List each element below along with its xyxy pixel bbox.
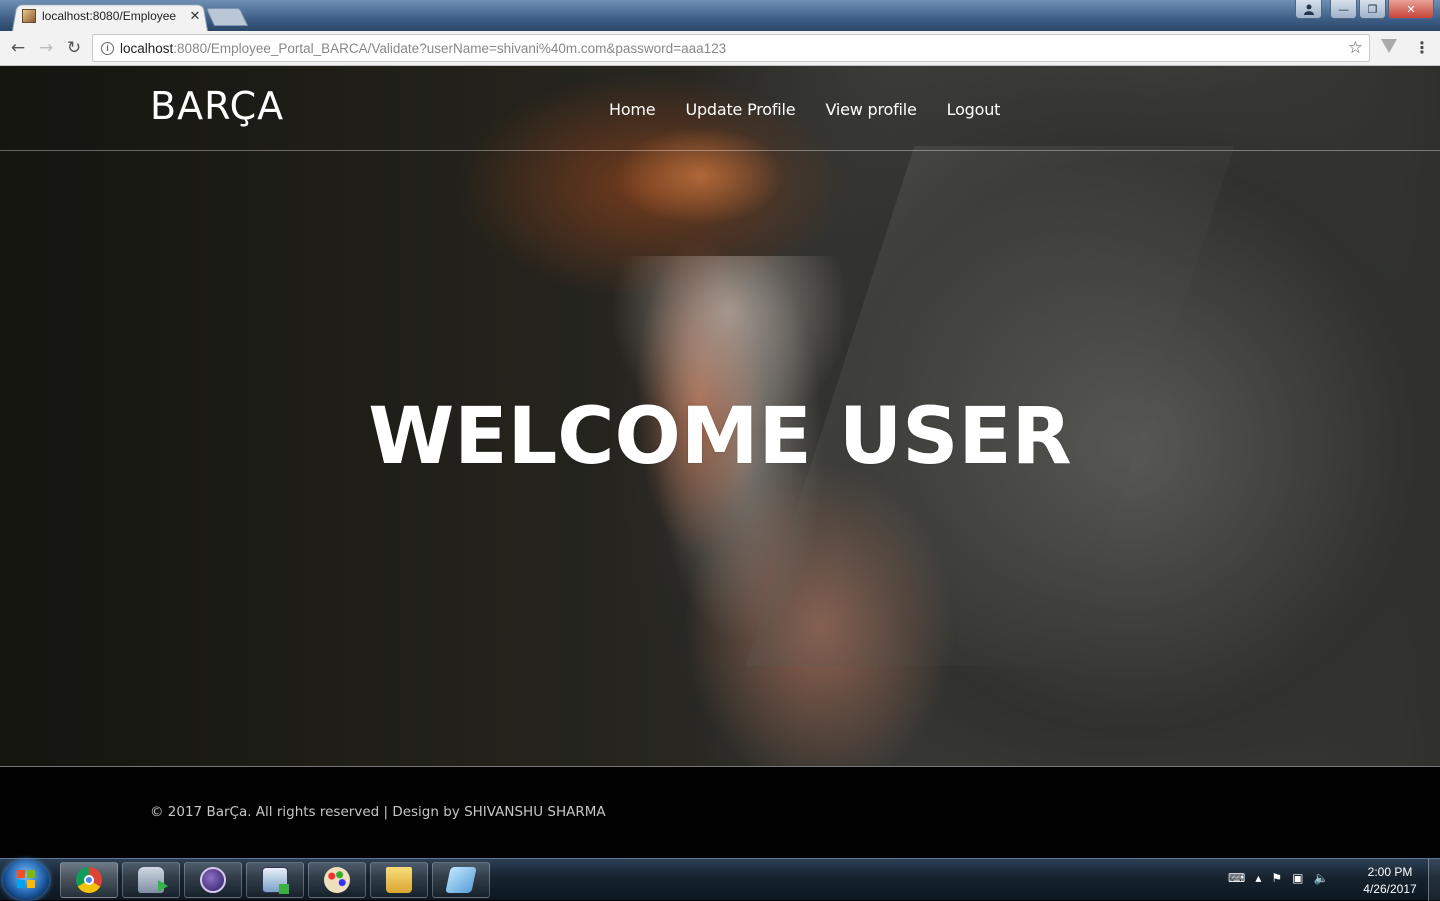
back-button[interactable]: ← [6, 36, 30, 60]
site-header: BARÇA Home Update Profile View profile L… [0, 66, 1440, 151]
volume-icon[interactable]: 🔈 [1313, 871, 1328, 885]
web-page: BARÇA Home Update Profile View profile L… [0, 66, 1440, 858]
eclipse-icon [200, 867, 226, 893]
taskbar-chrome[interactable] [60, 862, 118, 898]
browser-toolbar: ← → ↻ i localhost :8080/Employee_Portal_… [0, 31, 1440, 66]
nav-update-profile[interactable]: Update Profile [685, 100, 795, 119]
windows-logo-icon [17, 870, 35, 888]
windows-taskbar: ⌨ ▴ ⚑ ▣ 🔈 2:00 PM 4/26/2017 [0, 858, 1440, 901]
keyboard-icon[interactable]: ⌨ [1228, 871, 1245, 885]
nav-view-profile[interactable]: View profile [825, 100, 916, 119]
minimize-button[interactable]: — [1330, 0, 1357, 19]
url-path: :8080/Employee_Portal_BARCA/Validate?use… [173, 40, 727, 56]
site-footer: © 2017 BarÇa. All rights reserved | Desi… [0, 766, 1440, 858]
address-bar[interactable]: i localhost :8080/Employee_Portal_BARCA/… [92, 34, 1370, 62]
extension-icon[interactable] [1381, 39, 1397, 53]
browser-tab-content[interactable]: localhost:8080/Employee ✕ [22, 7, 202, 25]
taskbar-eclipse[interactable] [184, 862, 242, 898]
start-button[interactable] [3, 860, 49, 900]
show-hidden-icons-icon[interactable]: ▴ [1255, 871, 1261, 885]
database-icon [138, 867, 168, 893]
reload-button[interactable]: ↻ [62, 36, 86, 60]
taskbar-database[interactable] [122, 862, 180, 898]
nav-logout[interactable]: Logout [947, 100, 1001, 119]
footer-copyright: © 2017 BarÇa. All rights reserved | Desi… [150, 804, 606, 820]
chrome-icon [76, 867, 102, 893]
forward-button[interactable]: → [34, 36, 58, 60]
nav-home[interactable]: Home [609, 100, 656, 119]
window-controls: — ❐ ✕ [1295, 0, 1434, 19]
tab-title: localhost:8080/Employee [42, 9, 177, 23]
browser-menu-icon[interactable]: ⋮ [1414, 38, 1430, 57]
maximize-button[interactable]: ❐ [1359, 0, 1386, 19]
notepad-icon [445, 867, 477, 893]
tab-close-icon[interactable]: ✕ [188, 8, 202, 24]
taskbar-clock[interactable]: 2:00 PM 4/26/2017 [1352, 864, 1428, 898]
explorer-icon [386, 867, 412, 893]
show-desktop-button[interactable] [1428, 859, 1440, 901]
favicon-icon [22, 9, 36, 23]
new-tab-button[interactable] [205, 8, 249, 26]
close-window-button[interactable]: ✕ [1388, 0, 1434, 19]
clock-time: 2:00 PM [1367, 865, 1413, 879]
welcome-heading: WELCOME USER [368, 392, 1072, 482]
action-center-flag-icon[interactable]: ⚑ [1271, 871, 1282, 885]
paint-icon [324, 867, 350, 893]
url-host: localhost [120, 40, 174, 56]
site-info-icon[interactable]: i [101, 41, 114, 55]
clock-date: 4/26/2017 [1363, 882, 1417, 896]
taskbar-paint[interactable] [308, 862, 366, 898]
network-icon[interactable]: ▣ [1292, 871, 1303, 885]
taskbar-ide[interactable] [246, 862, 304, 898]
main-nav: Home Update Profile View profile Logout [609, 100, 1000, 119]
site-logo[interactable]: BARÇA [150, 84, 284, 128]
browser-titlebar: localhost:8080/Employee ✕ — ❐ ✕ [0, 0, 1440, 31]
profile-icon[interactable] [1295, 0, 1322, 19]
taskbar-explorer[interactable] [370, 862, 428, 898]
ide-icon [262, 867, 289, 894]
bookmark-star-icon[interactable]: ☆ [1348, 38, 1363, 58]
system-tray: ⌨ ▴ ⚑ ▣ 🔈 [1228, 871, 1328, 885]
taskbar-notepad[interactable] [432, 862, 490, 898]
